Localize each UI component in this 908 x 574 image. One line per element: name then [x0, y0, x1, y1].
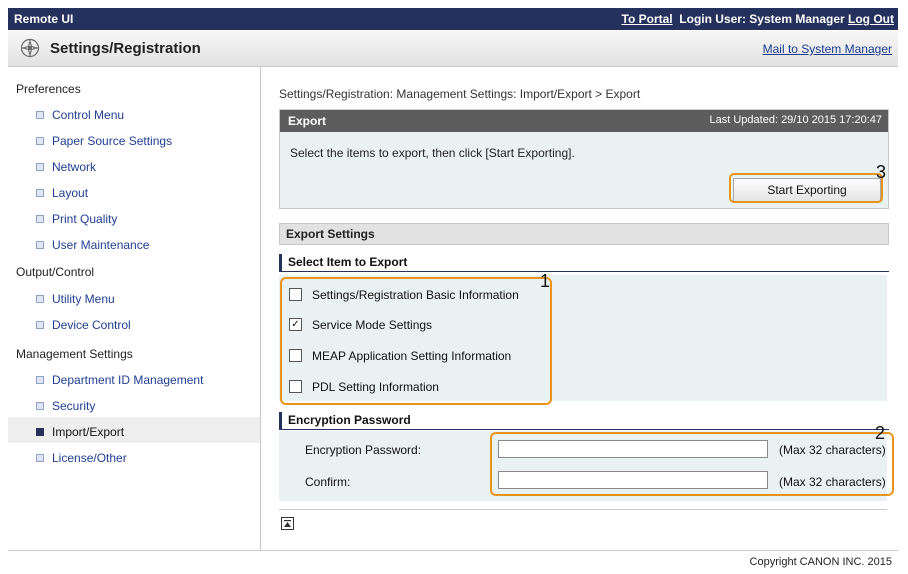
settings-gear-icon — [20, 38, 40, 58]
copyright: Copyright CANON INC. 2015 — [749, 556, 892, 568]
bullet-icon — [36, 162, 44, 171]
bullet-icon — [36, 294, 44, 303]
bullet-icon — [36, 240, 44, 249]
confirm-label: Confirm: — [305, 475, 351, 489]
top-bar: Remote UI To Portal Login User: System M… — [8, 8, 898, 30]
bullet-icon — [36, 110, 44, 119]
bullet-icon — [36, 427, 44, 436]
annotation-number-2: 2 — [875, 423, 886, 443]
export-settings-label: Export Settings — [286, 227, 375, 241]
bullet-icon — [36, 214, 44, 223]
last-updated: Last Updated: 29/10 2015 17:20:47 — [709, 114, 882, 126]
breadcrumb: Settings/Registration: Management Settin… — [279, 87, 641, 101]
sidebar-group-preferences: Preferences — [16, 82, 81, 96]
bullet-icon — [36, 320, 44, 329]
sidebar-item-paper-source-settings[interactable]: Paper Source Settings — [36, 134, 172, 148]
divider — [279, 509, 887, 510]
page-header: Settings/Registration Mail to System Man… — [8, 31, 898, 67]
page-title: Settings/Registration — [50, 40, 201, 57]
app-name: Remote UI — [14, 12, 74, 26]
bullet-icon — [36, 188, 44, 197]
sidebar-item-import-export[interactable]: Import/Export — [36, 425, 124, 439]
sidebar-group-management-settings: Management Settings — [16, 347, 133, 361]
footer: Copyright CANON INC. 2015 — [8, 550, 898, 574]
annotation-box-3 — [729, 173, 883, 203]
log-out-link[interactable]: Log Out — [848, 12, 894, 26]
to-portal-link[interactable]: To Portal — [622, 12, 673, 26]
sidebar-item-user-maintenance[interactable]: User Maintenance — [36, 238, 149, 252]
sidebar-item-security[interactable]: Security — [36, 399, 95, 413]
bullet-icon — [36, 375, 44, 384]
sidebar-item-license-other[interactable]: License/Other — [36, 451, 127, 465]
main-content: Settings/Registration: Management Settin… — [261, 67, 898, 550]
bullet-icon — [36, 401, 44, 410]
top-bar-right: To Portal Login User: System Manager Log… — [622, 12, 895, 26]
bullet-icon — [36, 136, 44, 145]
export-settings-bar: Export Settings — [279, 223, 889, 245]
sidebar-item-control-menu[interactable]: Control Menu — [36, 108, 124, 122]
select-item-section-title: Select Item to Export — [288, 255, 408, 269]
annotation-box-1 — [280, 277, 552, 405]
login-user-label: Login User: System Manager — [679, 12, 845, 26]
export-title: Export — [288, 114, 327, 128]
sidebar-item-layout[interactable]: Layout — [36, 186, 88, 200]
annotation-box-2 — [490, 432, 894, 496]
encryption-password-label: Encryption Password: — [305, 443, 422, 457]
sidebar-item-print-quality[interactable]: Print Quality — [36, 212, 117, 226]
sidebar-item-utility-menu[interactable]: Utility Menu — [36, 292, 115, 306]
annotation-number-1: 1 — [540, 271, 551, 291]
encryption-section-title: Encryption Password — [288, 413, 411, 427]
back-to-top-icon[interactable] — [281, 517, 294, 530]
sidebar: Preferences Control Menu Paper Source Se… — [8, 67, 261, 550]
export-panel-header: Export Last Updated: 29/10 2015 17:20:47 — [280, 110, 888, 132]
select-item-section-header: Select Item to Export — [279, 254, 889, 272]
sidebar-item-department-id-management[interactable]: Department ID Management — [36, 373, 203, 387]
sidebar-item-network[interactable]: Network — [36, 160, 96, 174]
export-description: Select the items to export, then click [… — [290, 146, 575, 160]
sidebar-item-device-control[interactable]: Device Control — [36, 318, 131, 332]
encryption-section-header: Encryption Password — [279, 412, 889, 430]
mail-to-system-manager-link[interactable]: Mail to System Manager — [763, 42, 892, 56]
annotation-number-3: 3 — [876, 162, 887, 182]
sidebar-group-output-control: Output/Control — [16, 265, 95, 279]
bullet-icon — [36, 453, 44, 462]
export-panel: Export Last Updated: 29/10 2015 17:20:47… — [279, 109, 889, 209]
